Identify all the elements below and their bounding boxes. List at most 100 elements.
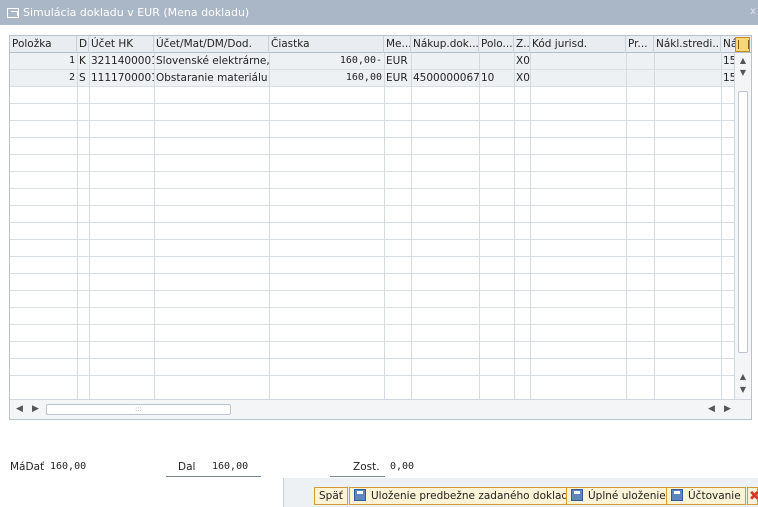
save-icon (671, 489, 683, 501)
full-save-label: Úplné uloženie (588, 490, 666, 502)
cell-nakup-dok (411, 53, 479, 69)
cell-z: X0 (516, 55, 530, 67)
scroll-up-icon[interactable]: ▲ (737, 371, 749, 383)
column-divider (626, 53, 627, 399)
table-row[interactable] (10, 155, 736, 172)
table-row[interactable] (10, 274, 736, 291)
vertical-scroll-thumb[interactable] (738, 91, 748, 353)
table-row[interactable] (10, 257, 736, 274)
post-label: Účtovanie (688, 490, 741, 502)
table-row[interactable] (10, 223, 736, 240)
dialog-titlebar: Simulácia dokladu v EUR (Mena dokladu) x (0, 0, 758, 25)
scroll-right-icon[interactable]: ▶ (32, 404, 39, 414)
scroll-left-icon[interactable]: ◀ (16, 404, 23, 414)
scroll-down-icon[interactable]: ▼ (737, 67, 749, 79)
table-row[interactable] (10, 189, 736, 206)
cell-polo: 10 (481, 72, 495, 84)
column-header-nakl-stred[interactable]: Nákl.stredi... (654, 36, 721, 53)
column-header-kod-jurisd[interactable]: Kód jurisd. (530, 36, 626, 53)
dialog-title: Simulácia dokladu v EUR (Mena dokladu) (23, 6, 250, 19)
cell-ucet-hk[interactable]: 1111700001 (89, 70, 154, 86)
column-header-z[interactable]: Z.. (514, 36, 530, 53)
dialog-window-icon (7, 7, 19, 18)
zost-value: 0,00 (390, 461, 415, 472)
column-divider (89, 53, 90, 399)
column-header-pr[interactable]: Pr... (626, 36, 654, 53)
dal-underline (166, 476, 261, 477)
zost-underline (330, 476, 385, 477)
cancel-icon[interactable]: ✖ (747, 487, 758, 505)
column-header-na[interactable]: Ná (721, 36, 736, 53)
table-row[interactable]: 2 S 1111700001 Obstaranie materiálu (f..… (10, 70, 736, 87)
table-row[interactable]: 1 K 3211400001 Slovenské elektrárne, ...… (10, 53, 736, 70)
table-row[interactable] (10, 121, 736, 138)
table-row[interactable] (10, 342, 736, 359)
post-button[interactable]: Účtovanie (666, 487, 746, 505)
table-row[interactable] (10, 138, 736, 155)
back-button-label: Späť (319, 490, 343, 502)
column-header-nakup-dok[interactable]: Nákup.dok... (411, 36, 479, 53)
column-header-ciastka[interactable]: Čiastka (269, 36, 384, 53)
scroll-down-icon[interactable]: ▼ (737, 384, 749, 396)
table-row[interactable] (10, 291, 736, 308)
save-icon (354, 489, 366, 501)
table-row[interactable] (10, 206, 736, 223)
column-header-ucet-hk[interactable]: Účet HK (89, 36, 154, 53)
cell-ciastka: 160,00 (345, 72, 382, 83)
column-divider (154, 53, 155, 399)
scroll-left-icon[interactable]: ◀ (708, 404, 715, 414)
cell-polozka: 1 (68, 55, 75, 66)
back-button[interactable]: Späť (314, 487, 348, 505)
save-draft-button[interactable]: Uloženie predbežne zadaného dokladu (349, 487, 580, 505)
column-header-d[interactable]: D (77, 36, 89, 53)
save-draft-label: Uloženie predbežne zadaného dokladu (371, 490, 575, 502)
cell-d: K (79, 55, 86, 67)
table-row[interactable] (10, 325, 736, 342)
vertical-scrollbar[interactable]: ▲ ▼ ▲ ▼ (734, 53, 751, 399)
column-header-polo[interactable]: Polo... (479, 36, 514, 53)
column-divider (654, 53, 655, 399)
table-row[interactable] (10, 308, 736, 325)
table-row[interactable] (10, 104, 736, 121)
madat-label: MáDať (10, 461, 45, 473)
column-divider (77, 53, 78, 399)
action-toolbar: Späť Uloženie predbežne zadaného dokladu… (0, 478, 758, 507)
column-divider (411, 53, 412, 399)
column-header-ucet-mat[interactable]: Účet/Mat/DM/Dod. (154, 36, 269, 53)
full-save-button[interactable]: Úplné uloženie (566, 487, 671, 505)
madat-value: 160,00 (50, 461, 87, 472)
table-row[interactable] (10, 240, 736, 257)
horizontal-scroll-thumb[interactable]: ::: (46, 404, 231, 415)
zost-label: Zost. (353, 461, 380, 473)
column-divider (479, 53, 480, 399)
scroll-right-icon[interactable]: ▶ (724, 404, 731, 414)
close-icon[interactable]: x (750, 6, 756, 17)
cell-nakup-dok: 4500000067 (413, 72, 479, 84)
cell-ucet-hk[interactable]: 3211400001 (89, 53, 154, 69)
save-icon (571, 489, 583, 501)
table-row[interactable] (10, 172, 736, 189)
scroll-up-icon[interactable]: ▲ (737, 55, 749, 67)
table-layout-icon[interactable] (735, 37, 750, 52)
cell-polo (479, 53, 514, 69)
column-divider (721, 53, 722, 399)
column-header-polozka[interactable]: Položka (10, 36, 77, 53)
table-row[interactable] (10, 359, 736, 376)
document-simulation-table: Položka D Účet HK Účet/Mat/DM/Dod. Čiast… (9, 35, 752, 420)
column-divider (269, 53, 270, 399)
cell-z: X0 (516, 72, 530, 84)
cell-polozka: 2 (68, 72, 75, 83)
column-header-mena[interactable]: Me... (384, 36, 411, 53)
dal-value: 160,00 (212, 461, 249, 472)
table-header: Položka D Účet HK Účet/Mat/DM/Dod. Čiast… (10, 36, 751, 53)
column-divider (514, 53, 515, 399)
dal-label: Dal (178, 461, 196, 473)
table-row[interactable] (10, 87, 736, 104)
cell-d: S (79, 72, 86, 84)
column-divider (384, 53, 385, 399)
cell-ciastka: 160,00- (339, 55, 382, 66)
cell-mena: EUR (386, 72, 408, 84)
column-divider (530, 53, 531, 399)
cell-ucet-mat: Slovenské elektrárne, ... (156, 55, 269, 67)
horizontal-scrollbar[interactable]: ◀ ▶ ::: ◀ ▶ (10, 399, 751, 419)
